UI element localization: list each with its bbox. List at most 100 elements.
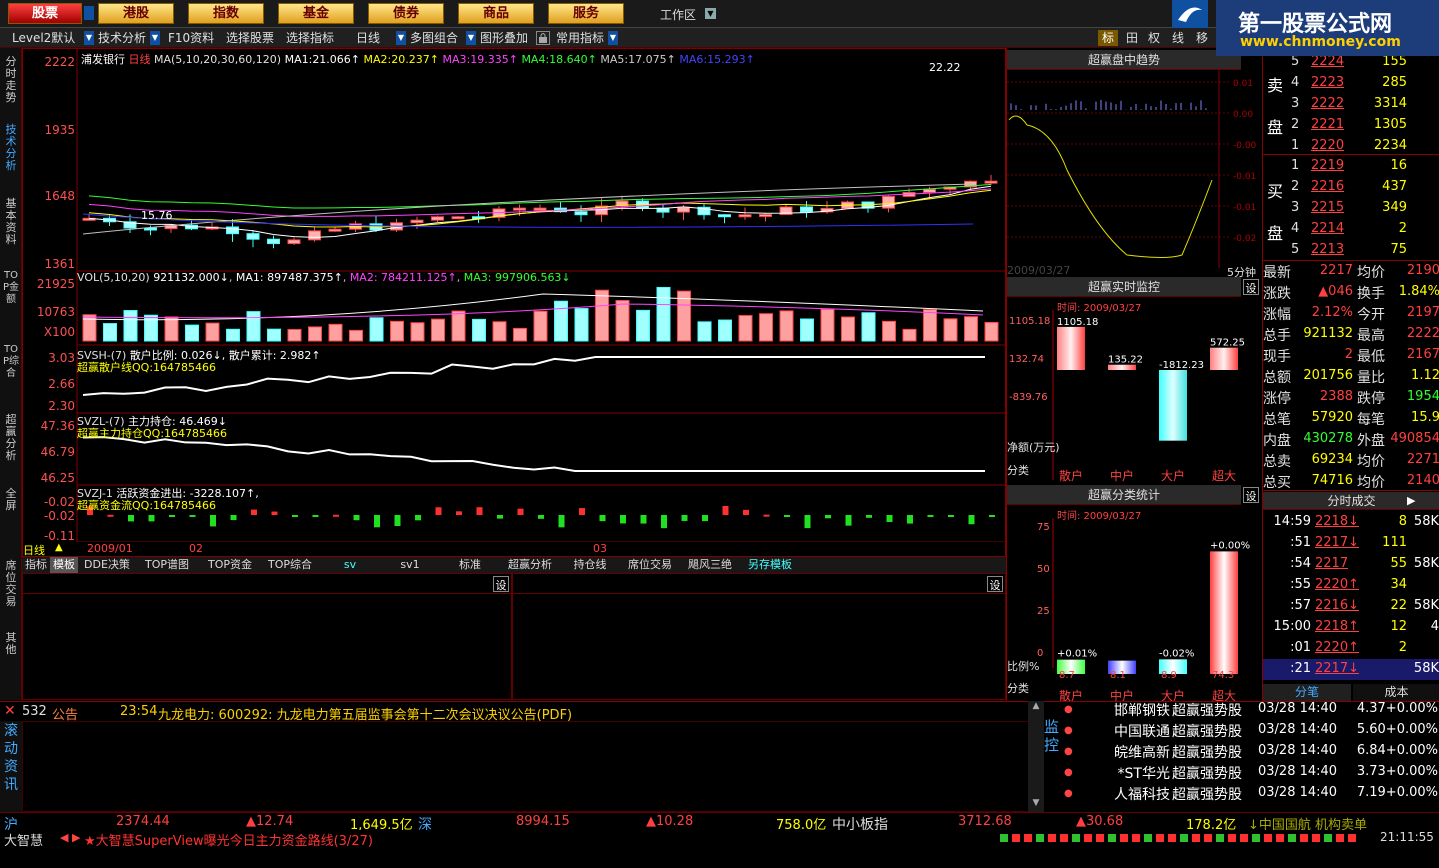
dropdown-arrow-icon[interactable]: ▼ bbox=[150, 31, 160, 45]
watch-row[interactable]: ● *ST华光 超赢强势股 03/28 14:40 3.73+0.00% bbox=[1062, 763, 1439, 784]
watch-scrollbar[interactable]: ▲ ▼ bbox=[1028, 701, 1044, 812]
stats-tick: 75 bbox=[1037, 522, 1050, 533]
tab-seat-trading[interactable]: 席位交易 bbox=[622, 557, 678, 573]
sidebar-tab-top-combined[interactable]: TOP综合 bbox=[2, 344, 20, 380]
tick-row[interactable]: :21 2217↓ 58K bbox=[1263, 659, 1439, 680]
stats-settings-button[interactable]: 设 bbox=[1243, 487, 1259, 503]
toolbar-tech-analysis[interactable]: 技术分析 bbox=[98, 30, 146, 46]
toolbar-mark-button[interactable]: 标 bbox=[1098, 30, 1118, 46]
sell-row[interactable]: 3 2222 3314 bbox=[1263, 94, 1439, 115]
lower-right-settings-button[interactable]: 设 bbox=[987, 576, 1003, 592]
watch-row[interactable]: ● 中国联通 超赢强势股 03/28 14:40 5.60+0.00% bbox=[1062, 721, 1439, 742]
ticks-tab-cost[interactable]: 成本 bbox=[1353, 684, 1439, 701]
sidebar-tab-seat-trading[interactable]: 席位交易 bbox=[2, 560, 20, 608]
toolbar-f10[interactable]: F10资料 bbox=[168, 30, 214, 46]
menu-fund[interactable]: 基金 bbox=[278, 3, 354, 24]
scroll-up-icon[interactable]: ▲ bbox=[1028, 701, 1044, 713]
brand-label: 大智慧 bbox=[4, 834, 44, 849]
toolbar-daily[interactable]: 日线 bbox=[356, 30, 380, 46]
dropdown-arrow-icon[interactable]: ▼ bbox=[84, 31, 94, 45]
toolbar-move-button[interactable]: 移 bbox=[1194, 30, 1210, 46]
tick-row[interactable]: :51 2217↓ 111 bbox=[1263, 533, 1439, 554]
sidebar-tab-top-amount[interactable]: TOP金额 bbox=[2, 270, 20, 306]
toolbar-level2[interactable]: Level2默认 bbox=[12, 30, 75, 46]
sell-price: 2224 bbox=[1311, 54, 1345, 69]
tab-dde[interactable]: DDE决策 bbox=[82, 557, 132, 573]
sidebar-tab-fullscreen[interactable]: 全屏 bbox=[2, 488, 20, 512]
sidebar-tab-tech-analysis[interactable]: 技术分析 bbox=[2, 124, 20, 172]
scroll-ticker[interactable]: ★大智慧SuperView曝光今日主力资金路线(3/27) bbox=[84, 830, 373, 849]
scroll-down-icon[interactable]: ▼ bbox=[1028, 798, 1044, 810]
buy-row[interactable]: 4 2214 2 bbox=[1263, 219, 1439, 240]
buy-level: 2 bbox=[1291, 179, 1300, 194]
tick-row[interactable]: :54 2217 55 58K bbox=[1263, 554, 1439, 575]
dropdown-arrow-icon[interactable]: ▼ bbox=[608, 31, 618, 45]
watch-row[interactable]: ● 人福科技 超赢强势股 03/28 14:40 7.19+0.00% bbox=[1062, 784, 1439, 805]
tab-top-chart[interactable]: TOP谱图 bbox=[142, 557, 192, 573]
date-axis-arrow-icon[interactable]: ▲ bbox=[55, 542, 63, 553]
workspace-dropdown-icon[interactable]: ▼ bbox=[705, 8, 716, 19]
tab-super-analysis[interactable]: 超赢分析 bbox=[502, 557, 558, 573]
tick-row[interactable]: 15:00 2218↑ 12 4 bbox=[1263, 617, 1439, 638]
tick-size: 58K bbox=[1413, 598, 1439, 613]
news-side-tab[interactable]: 滚 动 资 讯 bbox=[0, 721, 22, 812]
dropdown-arrow-icon[interactable]: ▼ bbox=[396, 31, 406, 45]
tab-save-template[interactable]: 另存模板 bbox=[742, 557, 798, 573]
tab-sv1[interactable]: sv1 bbox=[382, 557, 438, 573]
sidebar-tab-other[interactable]: 其他 bbox=[2, 632, 20, 656]
toolbar-select-indicator[interactable]: 选择指标 bbox=[286, 30, 334, 46]
scroll-left-icon[interactable]: ◀ bbox=[60, 831, 68, 844]
toolbar-overlay[interactable]: 图形叠加 bbox=[480, 30, 528, 46]
tab-holding-line[interactable]: 持仓线 bbox=[562, 557, 618, 573]
sidebar-tab-fundamentals[interactable]: 基本资料 bbox=[2, 198, 20, 246]
lower-left-settings-button[interactable]: 设 bbox=[493, 576, 509, 592]
toolbar-line-button[interactable]: 线 bbox=[1170, 30, 1186, 46]
date-axis-period[interactable]: 日线 bbox=[23, 542, 45, 558]
toolbar-rights-button[interactable]: 权 bbox=[1146, 30, 1162, 46]
toolbar-grid-button[interactable]: 田 bbox=[1124, 30, 1140, 46]
buy-row[interactable]: 2 2216 437 bbox=[1263, 177, 1439, 198]
tab-hurricane[interactable]: 飓风三绝 bbox=[682, 557, 738, 573]
menu-dropdown-icon[interactable] bbox=[84, 6, 94, 20]
tab-indicator[interactable]: 指标 bbox=[22, 557, 50, 573]
buy-row[interactable]: 1 2219 16 bbox=[1263, 156, 1439, 177]
news-list-area[interactable] bbox=[22, 721, 1030, 812]
close-icon[interactable]: ✕ bbox=[4, 703, 16, 719]
menu-hk-stock[interactable]: 港股 bbox=[98, 3, 174, 24]
watch-row[interactable]: ● 皖维高新 超赢强势股 03/28 14:40 6.84+0.00% bbox=[1062, 742, 1439, 763]
workspace-label[interactable]: 工作区 bbox=[660, 6, 696, 23]
tab-template[interactable]: 模板 bbox=[50, 557, 78, 573]
buy-row[interactable]: 3 2215 349 bbox=[1263, 198, 1439, 219]
dropdown-arrow-icon[interactable]: ▼ bbox=[466, 31, 476, 45]
toolbar-select-stock[interactable]: 选择股票 bbox=[226, 30, 274, 46]
tick-row[interactable]: :55 2220↑ 34 bbox=[1263, 575, 1439, 596]
tab-top-fund[interactable]: TOP资金 bbox=[202, 557, 258, 573]
menu-index[interactable]: 指数 bbox=[188, 3, 264, 24]
sell-row[interactable]: 2 2221 1305 bbox=[1263, 115, 1439, 136]
ticks-tab-trades[interactable]: 分笔 bbox=[1263, 684, 1351, 701]
sidebar-tab-super-analysis[interactable]: 超赢分析 bbox=[2, 414, 20, 462]
tab-sv[interactable]: sv bbox=[322, 557, 378, 573]
buy-row[interactable]: 5 2213 75 bbox=[1263, 240, 1439, 261]
ticks-next-icon[interactable]: ▶ bbox=[1407, 494, 1415, 507]
menu-service[interactable]: 服务 bbox=[548, 3, 624, 24]
watch-row[interactable]: ● 邯郸钢铁 超赢强势股 03/28 14:40 4.37+0.00% bbox=[1062, 700, 1439, 721]
sell-row[interactable]: 4 2223 285 bbox=[1263, 73, 1439, 94]
toolbar-multi-chart[interactable]: 多图组合 bbox=[410, 30, 458, 46]
quote-key: 均价 bbox=[1357, 475, 1385, 491]
monitor-settings-button[interactable]: 设 bbox=[1243, 279, 1259, 295]
tick-row[interactable]: :57 2216↓ 22 58K bbox=[1263, 596, 1439, 617]
fund-flow-bar bbox=[866, 515, 872, 518]
watch-side-tab[interactable]: 监 控 bbox=[1044, 718, 1062, 758]
scroll-right-icon[interactable]: ▶ bbox=[72, 831, 80, 844]
menu-bond[interactable]: 债券 bbox=[368, 3, 444, 24]
tick-row[interactable]: 14:59 2218↓ 8 58K bbox=[1263, 512, 1439, 533]
lock-icon[interactable] bbox=[536, 31, 550, 45]
menu-commodity[interactable]: 商品 bbox=[458, 3, 534, 24]
tab-standard[interactable]: 标准 bbox=[442, 557, 498, 573]
toolbar-common-indicators[interactable]: 常用指标 bbox=[556, 30, 604, 46]
tick-row[interactable]: :01 2220↑ 2 bbox=[1263, 638, 1439, 659]
tab-top-combined[interactable]: TOP综合 bbox=[262, 557, 318, 573]
menu-stock[interactable]: 股票 bbox=[8, 3, 82, 24]
sidebar-tab-intraday[interactable]: 分时走势 bbox=[2, 56, 20, 104]
